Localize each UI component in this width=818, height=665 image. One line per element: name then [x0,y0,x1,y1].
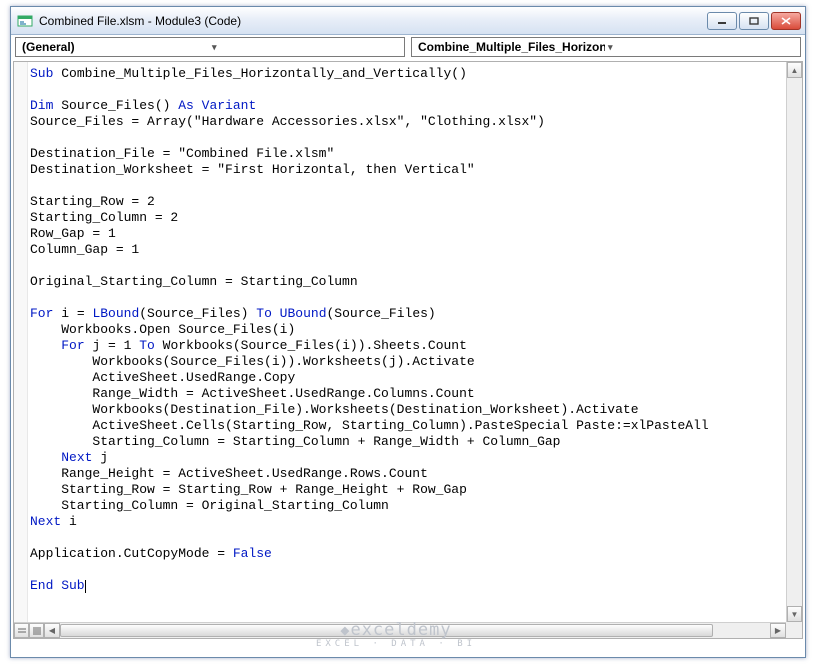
code-pane: Sub Combine_Multiple_Files_Horizontally_… [13,61,803,639]
scrollbar-track[interactable] [60,623,770,638]
window-title: Combined File.xlsm - Module3 (Code) [39,14,705,28]
vba-window-icon [17,13,33,29]
chevron-down-icon: ▾ [209,42,402,53]
horizontal-scrollbar[interactable]: ◀ ▶ [44,622,786,638]
scrollbar-thumb[interactable] [60,624,713,637]
vertical-scrollbar[interactable]: ▲ ▼ [786,62,802,622]
procedure-dropdown[interactable]: Combine_Multiple_Files_Horizontally_and_… [411,37,801,57]
view-toggle-buttons [14,622,44,638]
scroll-down-button[interactable]: ▼ [787,606,802,622]
object-dropdown-value: (General) [22,40,209,54]
scroll-left-button[interactable]: ◀ [44,623,60,638]
code-editor[interactable]: Sub Combine_Multiple_Files_Horizontally_… [28,62,786,622]
code-text: Sub Combine_Multiple_Files_Horizontally_… [28,62,786,594]
close-button[interactable] [771,12,801,30]
scrollbar-corner [786,622,802,638]
object-dropdown[interactable]: (General) ▾ [15,37,405,57]
watermark-sub: EXCEL · DATA · BI [11,637,781,651]
procedure-view-button[interactable] [14,623,29,638]
margin-indicator-bar [14,62,28,622]
chevron-down-icon: ▾ [605,42,798,53]
scroll-right-button[interactable]: ▶ [770,623,786,638]
full-module-view-button[interactable] [29,623,44,638]
minimize-button[interactable] [707,12,737,30]
maximize-button[interactable] [739,12,769,30]
dropdown-bar: (General) ▾ Combine_Multiple_Files_Horiz… [11,35,805,59]
titlebar: Combined File.xlsm - Module3 (Code) [11,7,805,35]
procedure-dropdown-value: Combine_Multiple_Files_Horizontally_and_… [418,40,605,54]
scroll-up-button[interactable]: ▲ [787,62,802,78]
vba-code-window: Combined File.xlsm - Module3 (Code) (Gen… [10,6,806,658]
text-cursor [85,580,86,593]
